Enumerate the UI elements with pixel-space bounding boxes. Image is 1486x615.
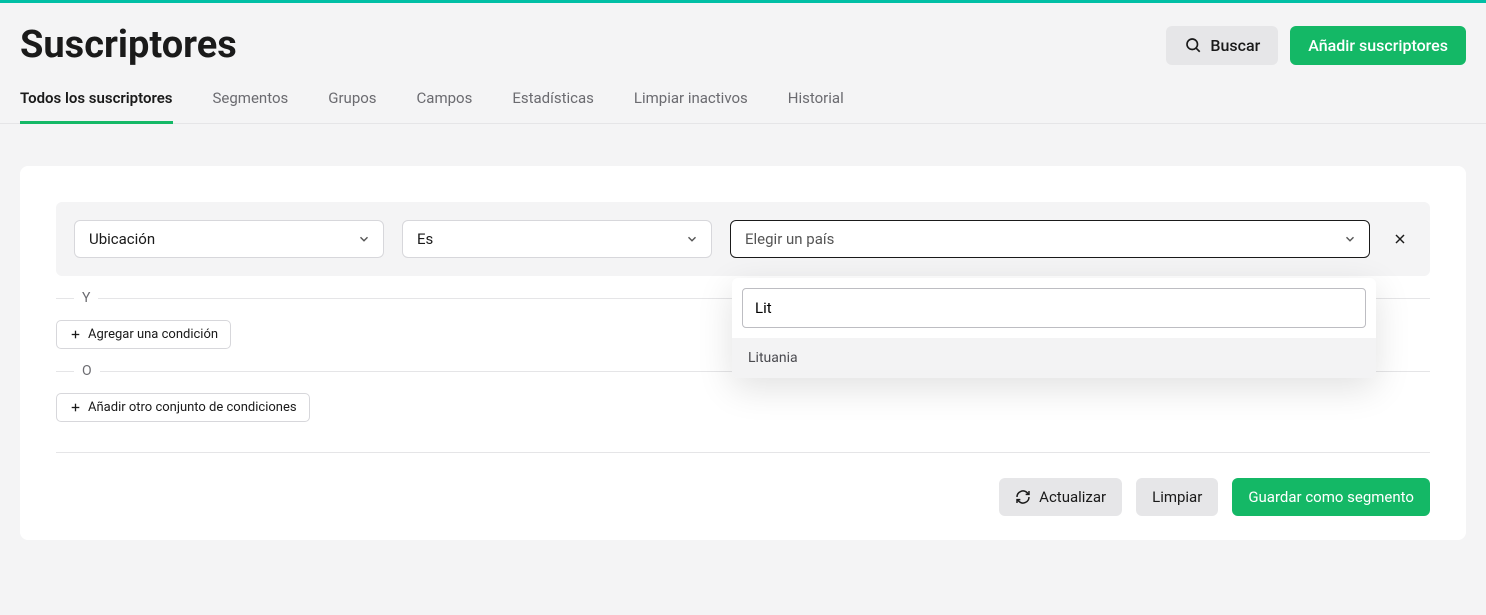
add-condition-label: Agregar una condición — [88, 327, 218, 342]
refresh-button[interactable]: Actualizar — [999, 478, 1122, 516]
filter-field-select[interactable]: Ubicación — [74, 220, 384, 258]
country-search-input[interactable] — [742, 288, 1366, 328]
search-icon — [1184, 36, 1202, 54]
tab-history[interactable]: Historial — [788, 89, 844, 124]
filter-value-placeholder: Elegir un país — [745, 230, 834, 248]
clear-label: Limpiar — [1152, 488, 1202, 506]
tab-clean-inactives[interactable]: Limpiar inactivos — [634, 89, 748, 124]
search-button-label: Buscar — [1210, 36, 1260, 55]
filter-operator-select[interactable]: Es — [402, 220, 712, 258]
tabs: Todos los suscriptores Segmentos Grupos … — [0, 67, 1486, 124]
filter-row: Ubicación Es Elegir un país — [56, 202, 1430, 276]
filter-value-select[interactable]: Elegir un país — [730, 220, 1370, 258]
filter-operator-label: Es — [417, 230, 433, 248]
chevron-down-icon — [1343, 232, 1357, 246]
page-title: Suscriptores — [20, 23, 237, 67]
add-condition-set-label: Añadir otro conjunto de condiciones — [88, 400, 297, 415]
add-subscribers-label: Añadir suscriptores — [1308, 36, 1448, 55]
remove-filter-button[interactable] — [1388, 227, 1412, 251]
footer-actions: Actualizar Limpiar Guardar como segmento — [20, 422, 1466, 516]
tab-fields[interactable]: Campos — [417, 89, 473, 124]
tab-segments[interactable]: Segmentos — [213, 89, 289, 124]
header-actions: Buscar Añadir suscriptores — [1166, 26, 1466, 65]
chevron-down-icon — [357, 232, 371, 246]
tab-stats[interactable]: Estadísticas — [512, 89, 594, 124]
plus-icon — [69, 328, 82, 341]
add-condition-button[interactable]: Agregar una condición — [56, 320, 231, 349]
country-dropdown: Lituania — [732, 278, 1376, 378]
save-segment-label: Guardar como segmento — [1248, 488, 1414, 506]
filter-panel: Ubicación Es Elegir un país — [20, 166, 1466, 540]
or-label: O — [74, 363, 100, 379]
chevron-down-icon — [685, 232, 699, 246]
tab-groups[interactable]: Grupos — [328, 89, 376, 124]
save-segment-button[interactable]: Guardar como segmento — [1232, 478, 1430, 516]
and-label: Y — [74, 290, 98, 306]
refresh-icon — [1015, 489, 1031, 505]
filter-field-label: Ubicación — [89, 230, 155, 248]
plus-icon — [69, 401, 82, 414]
search-button[interactable]: Buscar — [1166, 26, 1278, 65]
tab-all-subscribers[interactable]: Todos los suscriptores — [20, 89, 173, 124]
refresh-label: Actualizar — [1039, 488, 1106, 506]
add-condition-set-button[interactable]: Añadir otro conjunto de condiciones — [56, 393, 310, 422]
close-icon — [1392, 231, 1408, 247]
add-subscribers-button[interactable]: Añadir suscriptores — [1290, 26, 1466, 65]
clear-button[interactable]: Limpiar — [1136, 478, 1218, 516]
country-option[interactable]: Lituania — [732, 338, 1376, 378]
